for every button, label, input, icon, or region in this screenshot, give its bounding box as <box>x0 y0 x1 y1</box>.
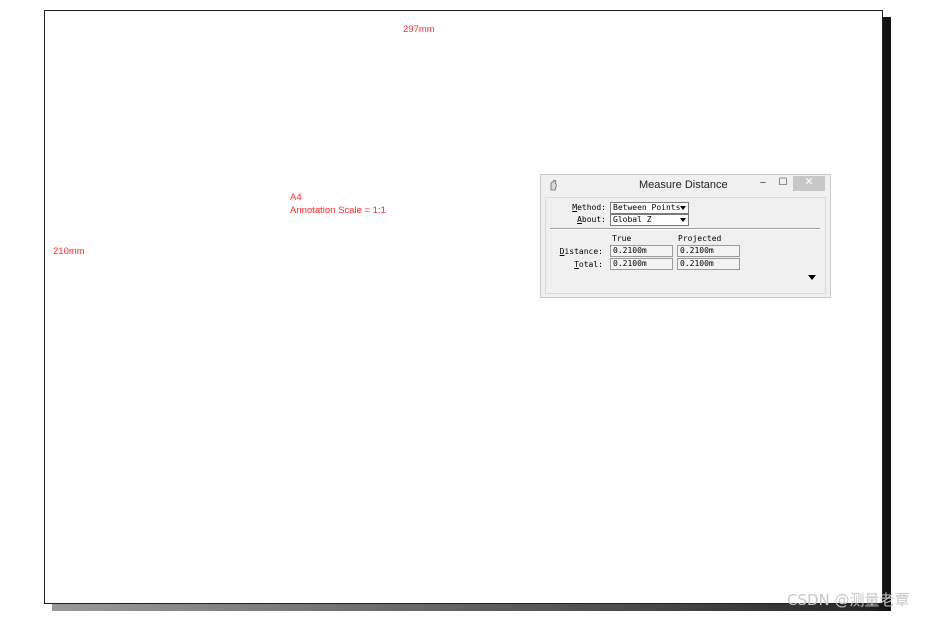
dialog-titlebar[interactable]: Measure Distance – ☐ ✕ <box>541 175 830 195</box>
total-true-field[interactable]: 0.2100m <box>610 258 673 270</box>
annotation-scale-label: Annotation Scale = 1:1 <box>290 205 386 216</box>
true-column-header: True <box>612 234 632 243</box>
method-label: Method: <box>572 203 606 212</box>
about-select[interactable]: Global Z <box>610 214 689 226</box>
close-button[interactable]: ✕ <box>793 176 825 191</box>
drawing-sheet[interactable] <box>44 10 883 604</box>
method-select[interactable]: Between Points <box>610 202 689 214</box>
separator <box>550 228 820 230</box>
paper-size-label: A4 <box>290 192 302 203</box>
total-label: Total: <box>574 260 603 269</box>
watermark: CSDN @测量老覃 <box>787 591 910 609</box>
sheet-width-label: 297mm <box>403 24 435 35</box>
method-label-rest: ethod: <box>577 203 606 212</box>
minimize-button[interactable]: – <box>755 176 771 191</box>
about-label: About: <box>577 215 606 224</box>
total-projected-field[interactable]: 0.2100m <box>677 258 740 270</box>
dropdown-arrow-icon <box>680 218 686 222</box>
dialog-panel: Method: Between Points About: Global Z T… <box>545 197 826 294</box>
triangle-down-icon[interactable] <box>808 275 816 280</box>
distance-projected-field[interactable]: 0.2100m <box>677 245 740 257</box>
projected-column-header: Projected <box>678 234 722 243</box>
dialog-title: Measure Distance <box>639 179 728 191</box>
measure-distance-dialog: Measure Distance – ☐ ✕ Method: Between P… <box>540 174 831 298</box>
maximize-button[interactable]: ☐ <box>775 176 791 191</box>
method-value: Between Points <box>613 203 681 212</box>
measure-tool-icon <box>550 179 557 191</box>
distance-true-field[interactable]: 0.2100m <box>610 245 673 257</box>
distance-label: Distance: <box>559 247 603 256</box>
dropdown-arrow-icon <box>680 206 686 210</box>
about-value: Global Z <box>613 215 652 224</box>
sheet-height-label: 210mm <box>53 246 85 257</box>
